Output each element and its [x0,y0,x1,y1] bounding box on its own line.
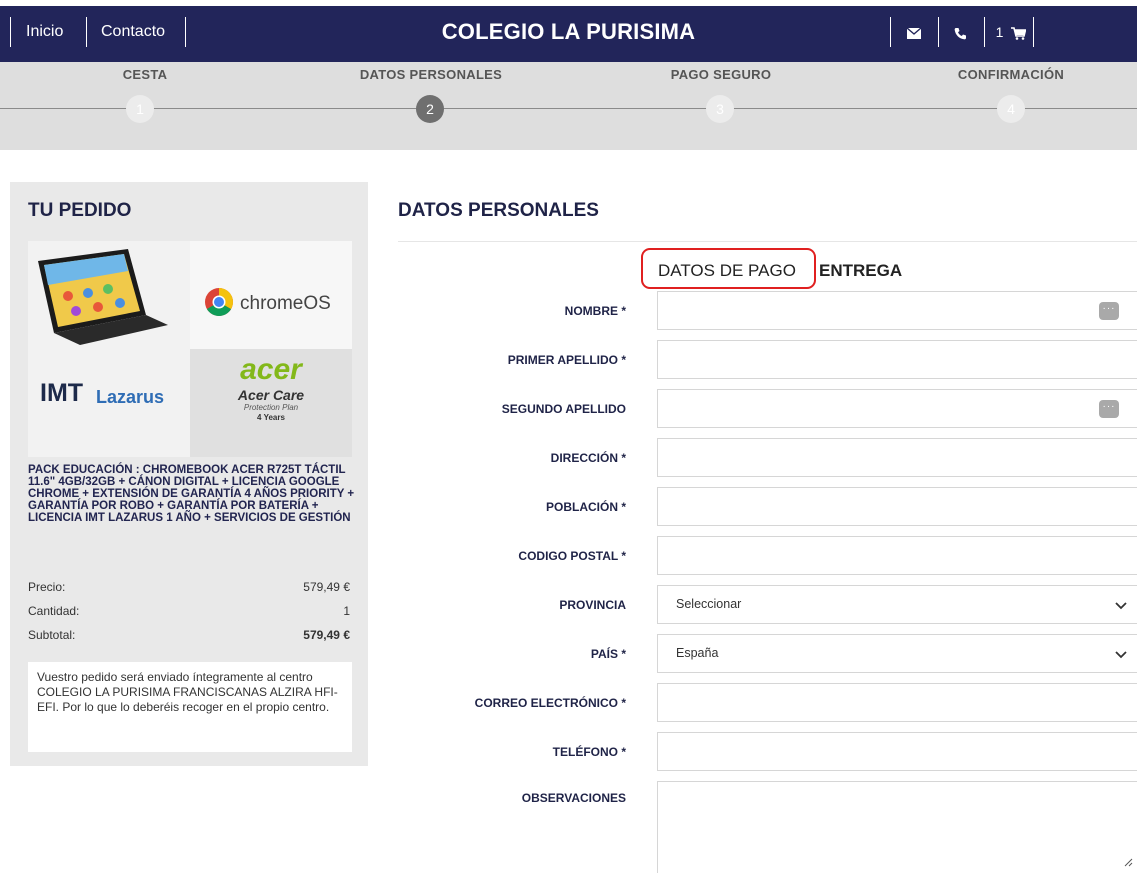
quantity-value: 1 [343,604,350,618]
label-observaciones: OBSERVACIONES [521,791,626,805]
checkout-steps: CESTA DATOS PERSONALES PAGO SEGURO CONFI… [0,62,1137,150]
provincia-selected-value: Seleccionar [676,597,742,611]
pais-selected-value: España [676,646,719,660]
subtotal-value: 579,49 € [303,628,350,642]
price-label: Precio: [28,580,66,594]
chrome-logo-icon [205,288,233,316]
pais-select[interactable]: España [657,634,1137,673]
label-correo-electronico: CORREO ELECTRÓNICO * [474,696,626,710]
nav-separator [1033,17,1034,47]
label-codigo-postal: CODIGO POSTAL * [518,549,626,563]
label-segundo-apellido: SEGUNDO APELLIDO [501,402,626,416]
primer-apellido-input[interactable] [657,340,1137,379]
protection-plan-text: Protection Plan [243,403,299,412]
nav-separator [938,17,939,47]
nav-separator [890,17,891,47]
price-row: Precio: 579,49 € [28,580,350,594]
envelope-icon[interactable] [900,6,928,58]
label-nombre: NOMBRE * [564,304,626,318]
order-summary: TU PEDIDO chromeOS IMT Lazarus acer Acer… [10,182,368,766]
label-pais: PAÍS * [590,647,626,661]
plan-years-text: 4 Years [257,413,285,422]
nav-separator [984,17,985,47]
step-number-1[interactable]: 1 [126,95,154,123]
step-number-3[interactable]: 3 [706,95,734,123]
segundo-apellido-input[interactable]: ··· [657,389,1137,428]
chevron-down-icon[interactable] [1115,635,1127,672]
imt-lazarus-logo-tile: IMT Lazarus [28,349,190,457]
poblacion-input[interactable] [657,487,1137,526]
phone-icon[interactable] [946,6,974,58]
correo-electronico-input[interactable] [657,683,1137,722]
step-title: DATOS PERSONALES [359,67,503,82]
label-direccion: DIRECCIÓN * [550,451,626,465]
nombre-input[interactable]: ··· [657,291,1137,330]
quantity-row: Cantidad: 1 [28,604,350,618]
delivery-notice: Vuestro pedido será enviado íntegramente… [28,662,352,752]
quantity-label: Cantidad: [28,604,80,618]
autofill-dots-icon[interactable]: ··· [1099,302,1119,320]
page-title: DATOS PERSONALES [398,200,599,221]
cart-icon [1011,26,1027,40]
price-value: 579,49 € [303,580,350,594]
label-primer-apellido: PRIMER APELLIDO * [507,353,626,367]
acer-brand-text: acer [240,353,302,386]
top-bar: Inicio Contacto COLEGIO LA PURISIMA 1 [0,0,1137,62]
acer-care-logo-tile: acer Acer Care Protection Plan 4 Years [190,349,352,457]
highlight-annotation [641,248,816,289]
title-divider [398,241,1137,242]
lazarus-brand-text: Lazarus [96,387,165,407]
top-bar-inner: Inicio Contacto COLEGIO LA PURISIMA 1 [0,6,1137,62]
chevron-down-icon[interactable] [1115,586,1127,623]
step-title: CONFIRMACIÓN [957,67,1065,82]
cart-count: 1 [995,24,1004,40]
chromeos-logo-tile: chromeOS [190,241,352,349]
step-title: PAGO SEGURO [670,67,772,82]
subtotal-label: Subtotal: [28,628,76,642]
autofill-dots-icon[interactable]: ··· [1099,400,1119,418]
tab-entrega[interactable]: ENTREGA [819,261,902,281]
cart-button[interactable]: 1 [992,6,1030,58]
step-number-2[interactable]: 2 [416,95,444,123]
label-poblacion: POBLACIÓN * [545,500,626,514]
label-provincia: PROVINCIA [559,598,626,612]
resize-grip-icon[interactable] [1123,856,1133,870]
label-telefono: TELÉFONO * [552,745,626,759]
subtotal-row: Subtotal: 579,49 € [28,628,350,642]
telefono-input[interactable] [657,732,1137,771]
provincia-select[interactable]: Seleccionar [657,585,1137,624]
chromeos-brand-text: chromeOS [240,293,331,314]
product-name[interactable]: PACK EDUCACIÓN : CHROMEBOOK ACER R725T T… [28,464,358,524]
step-number-4[interactable]: 4 [997,95,1025,123]
observaciones-textarea[interactable] [657,781,1137,873]
acer-care-text: Acer Care [237,387,305,403]
codigo-postal-input[interactable] [657,536,1137,575]
chromebook-image [28,241,190,349]
imt-brand-text: IMT [40,379,84,407]
steps-line [0,108,1137,109]
order-title: TU PEDIDO [28,200,132,221]
product-image: chromeOS IMT Lazarus acer Acer Care Prot… [28,241,352,457]
direccion-input[interactable] [657,438,1137,477]
step-title: CESTA [122,67,168,82]
